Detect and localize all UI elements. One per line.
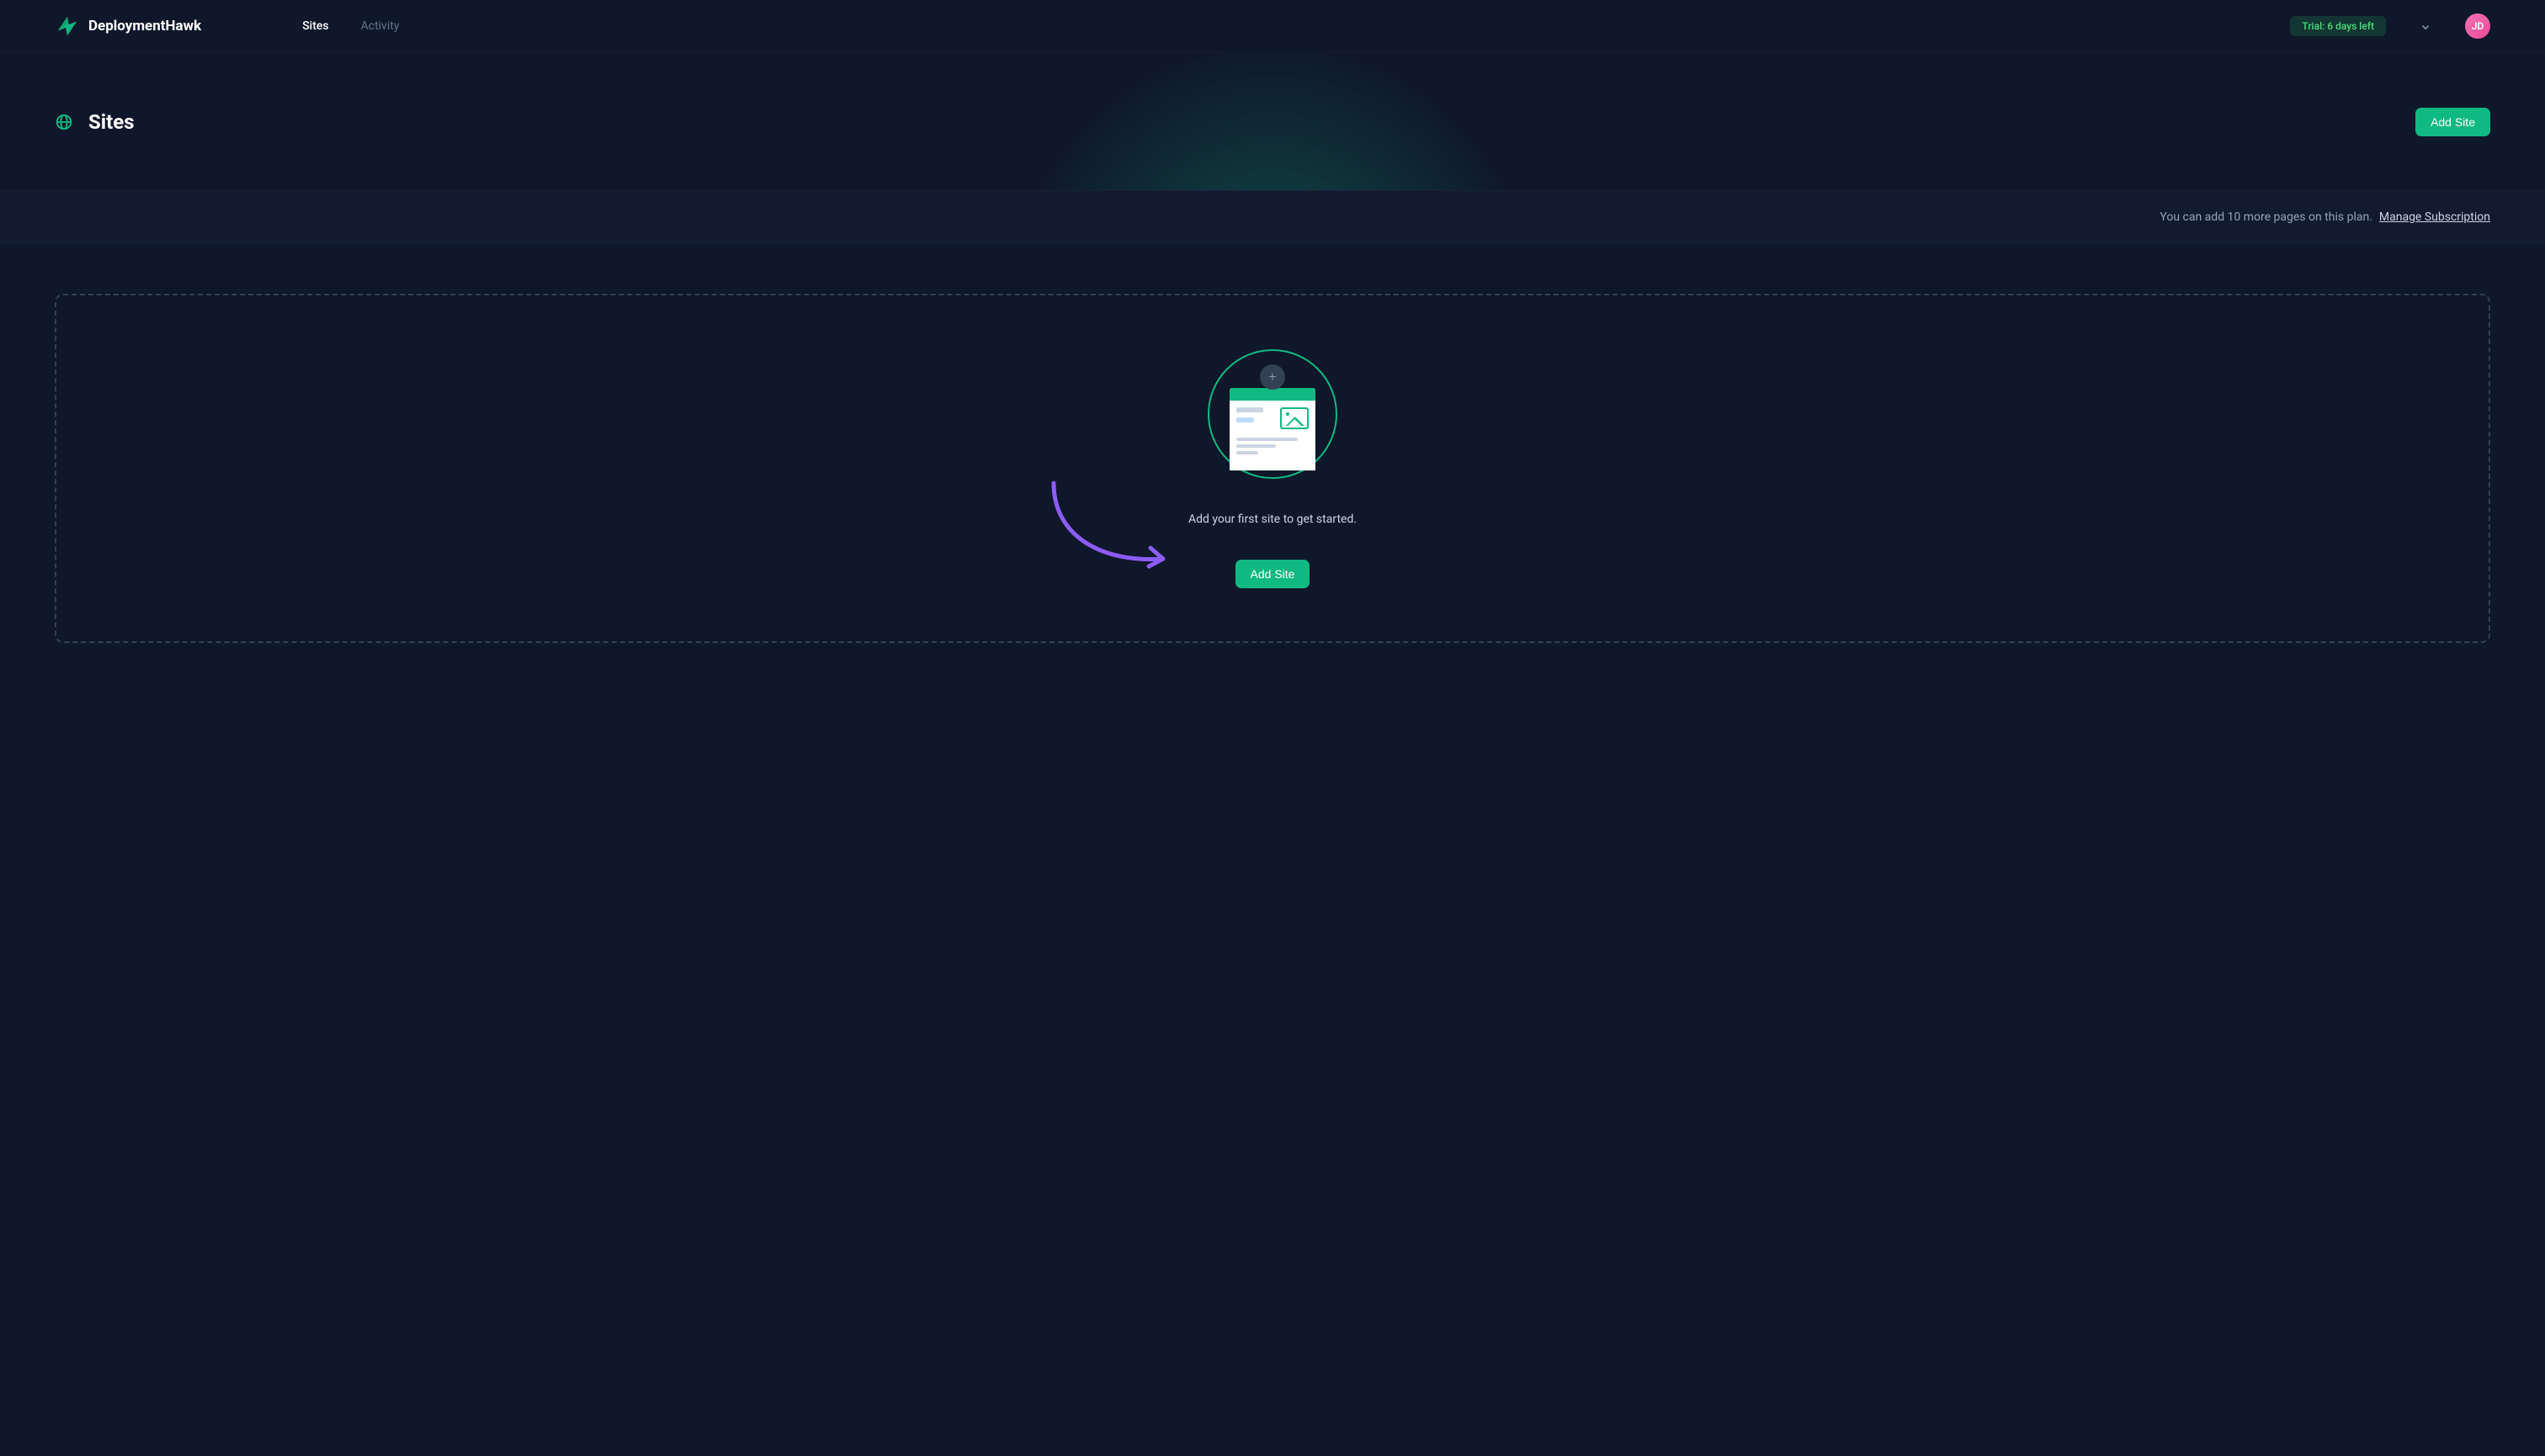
empty-state-card: + (55, 294, 2490, 643)
page-graphic-icon (1230, 388, 1315, 470)
nav-right: Trial: 6 days left JD (2290, 13, 2490, 39)
plus-icon: + (1260, 364, 1285, 390)
page-header: Sites Add Site (0, 53, 2545, 190)
page-title-wrap: Sites (55, 110, 135, 134)
avatar-initials: JD (2472, 20, 2484, 32)
brand[interactable]: DeploymentHawk (55, 13, 201, 39)
plan-message: You can add 10 more pages on this plan. (2160, 210, 2372, 224)
empty-state-message: Add your first site to get started. (1188, 513, 1357, 526)
content: + (0, 243, 2545, 693)
globe-icon (55, 113, 73, 131)
add-site-button[interactable]: Add Site (2415, 108, 2490, 136)
image-placeholder-icon (1280, 407, 1309, 429)
empty-state-illustration: + (1208, 349, 1337, 479)
chevron-down-icon[interactable] (2420, 20, 2431, 32)
manage-subscription-link[interactable]: Manage Subscription (2379, 210, 2490, 224)
arrow-icon (1045, 479, 1180, 580)
plan-bar: You can add 10 more pages on this plan. … (0, 190, 2545, 243)
nav-links: Sites Activity (302, 19, 399, 33)
top-nav: DeploymentHawk Sites Activity Trial: 6 d… (0, 0, 2545, 53)
empty-state-cta-wrap: Add your first site to get started. Add … (1188, 513, 1357, 588)
nav-link-sites[interactable]: Sites (302, 19, 328, 33)
page-title: Sites (88, 110, 135, 134)
nav-link-activity[interactable]: Activity (361, 19, 400, 33)
avatar[interactable]: JD (2465, 13, 2490, 39)
trial-badge[interactable]: Trial: 6 days left (2290, 16, 2386, 36)
empty-state-add-site-button[interactable]: Add Site (1235, 560, 1310, 588)
logo-icon (55, 13, 80, 39)
brand-name: DeploymentHawk (88, 18, 201, 35)
